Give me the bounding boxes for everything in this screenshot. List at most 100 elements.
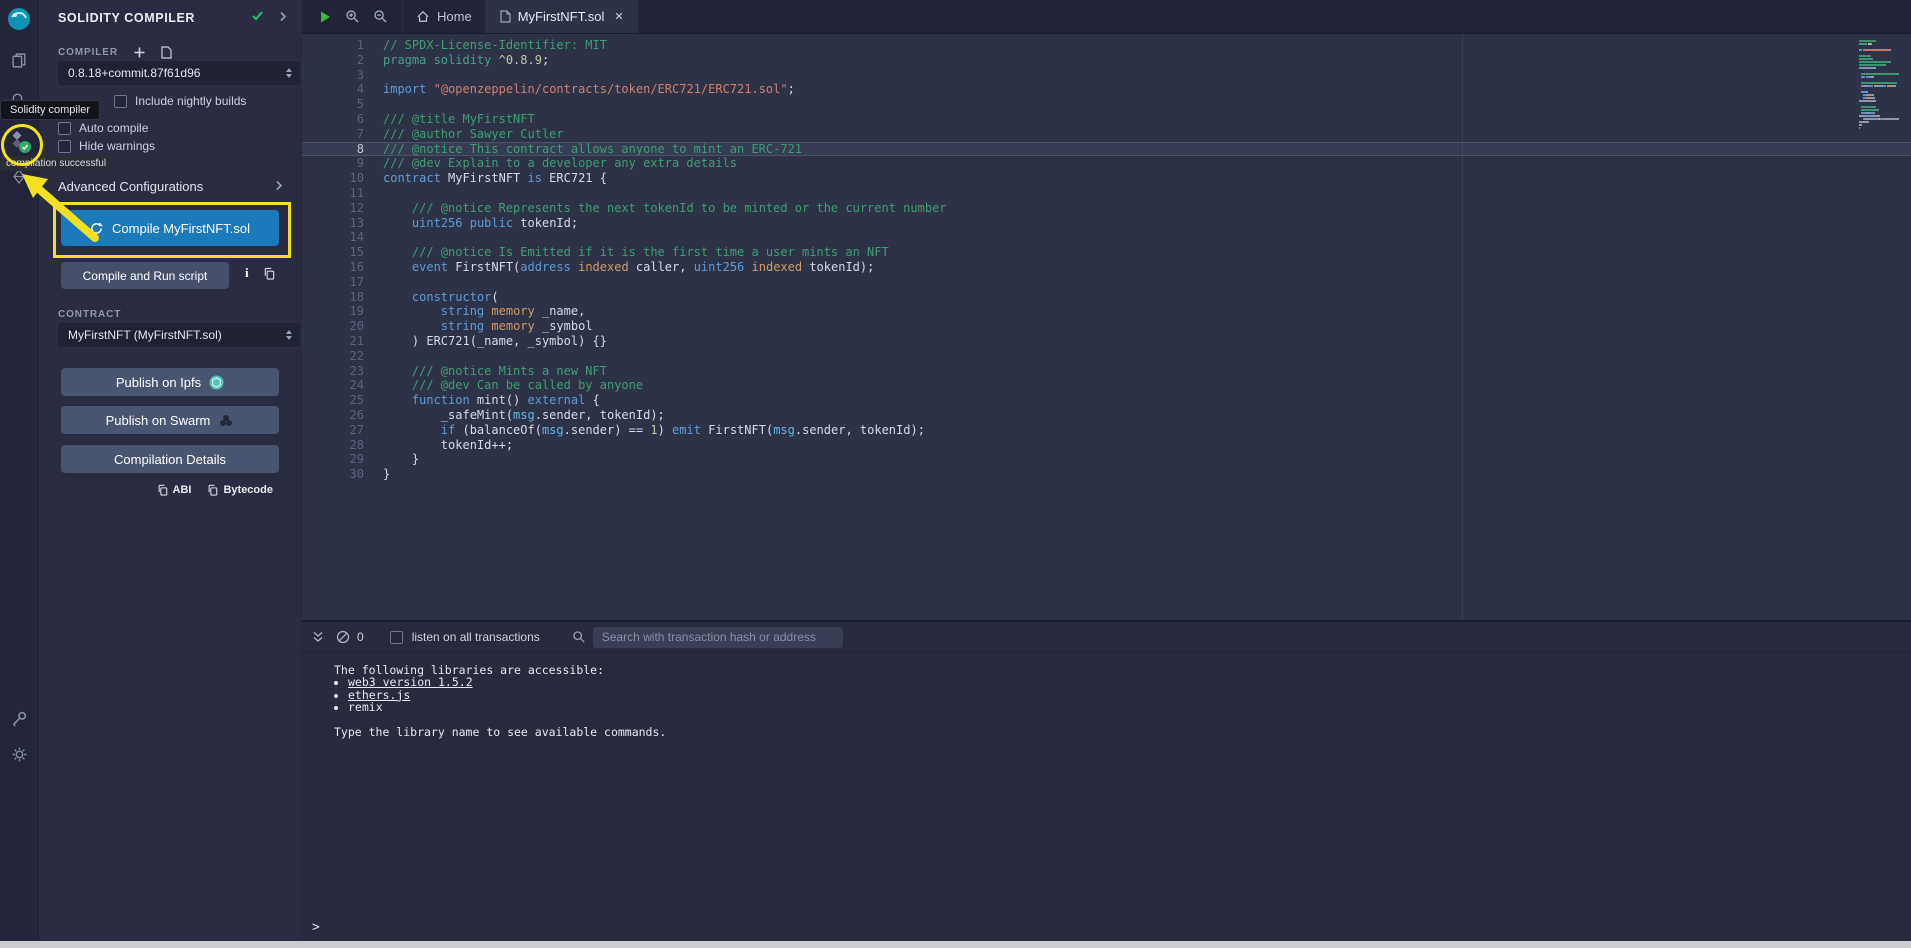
transaction-search-input[interactable] bbox=[593, 627, 843, 648]
code-line[interactable]: 18 constructor( bbox=[302, 290, 1911, 305]
code-line[interactable]: 7/// @author Sawyer Cutler bbox=[302, 127, 1911, 142]
code-line[interactable]: 25 function mint() external { bbox=[302, 393, 1911, 408]
code-line[interactable]: 30} bbox=[302, 467, 1911, 482]
tab-close-icon[interactable]: ✕ bbox=[614, 10, 623, 23]
settings-gear-icon[interactable] bbox=[0, 746, 38, 763]
line-number: 6 bbox=[302, 112, 380, 127]
line-number: 16 bbox=[302, 260, 380, 275]
code-line[interactable]: 4import "@openzeppelin/contracts/token/E… bbox=[302, 82, 1911, 97]
clear-console-icon[interactable] bbox=[336, 630, 350, 644]
auto-compile-checkbox[interactable] bbox=[58, 122, 71, 135]
zoom-in-icon[interactable] bbox=[345, 9, 360, 24]
zoom-out-icon[interactable] bbox=[373, 9, 388, 24]
minimap-line bbox=[1859, 76, 1899, 78]
line-number: 12 bbox=[302, 201, 380, 216]
nightly-builds-row: Include nightly builds bbox=[114, 94, 246, 108]
contract-section-label: CONTRACT bbox=[58, 309, 121, 320]
minimap-line bbox=[1859, 97, 1899, 99]
bytecode-label: Bytecode bbox=[223, 484, 273, 496]
line-number: 8 bbox=[302, 142, 380, 157]
code-line[interactable]: 19 string memory _name, bbox=[302, 304, 1911, 319]
code-line[interactable]: 12 /// @notice Represents the next token… bbox=[302, 201, 1911, 216]
code-line[interactable]: 23 /// @notice Mints a new NFT bbox=[302, 364, 1911, 379]
code-line[interactable]: 10contract MyFirstNFT is ERC721 { bbox=[302, 171, 1911, 186]
copy-icon bbox=[157, 484, 168, 496]
remix-ide-window: SOLIDITY COMPILER COMPILER 0.8.18+commit… bbox=[0, 0, 1911, 948]
tab-myfirstnft-label: MyFirstNFT.sol bbox=[518, 9, 605, 24]
code-editor: 1// SPDX-License-Identifier: MIT2pragma … bbox=[302, 34, 1911, 620]
tab-myfirstnft[interactable]: MyFirstNFT.sol ✕ bbox=[486, 0, 638, 33]
listen-all-transactions-row: listen on all transactions bbox=[390, 630, 540, 644]
code-line[interactable]: 17 bbox=[302, 275, 1911, 290]
copy-bytecode-button[interactable]: Bytecode bbox=[207, 484, 273, 496]
remix-logo[interactable] bbox=[0, 6, 38, 32]
terminal-prompt[interactable]: > bbox=[312, 920, 320, 935]
minimap[interactable] bbox=[1859, 40, 1899, 130]
compilation-details-button[interactable]: Compilation Details bbox=[61, 445, 279, 473]
horizontal-scrollbar[interactable] bbox=[0, 941, 1911, 948]
code-line[interactable]: 28 tokenId++; bbox=[302, 438, 1911, 453]
code-line[interactable]: 20 string memory _symbol bbox=[302, 319, 1911, 334]
line-number: 25 bbox=[302, 393, 380, 408]
terminal-toolbar: 0 listen on all transactions bbox=[302, 622, 1911, 653]
expand-terminal-icon[interactable] bbox=[312, 631, 324, 643]
code-line[interactable]: 24 /// @dev Can be called by anyone bbox=[302, 378, 1911, 393]
line-number: 3 bbox=[302, 68, 380, 83]
publish-swarm-button[interactable]: Publish on Swarm bbox=[61, 406, 279, 434]
run-script-icon[interactable] bbox=[318, 10, 332, 24]
compile-and-run-button[interactable]: Compile and Run script bbox=[61, 262, 229, 289]
code-line[interactable]: 15 /// @notice Is Emitted if it is the f… bbox=[302, 245, 1911, 260]
minimap-line bbox=[1859, 124, 1899, 126]
code-line[interactable]: 21 ) ERC721(_name, _symbol) {} bbox=[302, 334, 1911, 349]
minimap-line bbox=[1859, 121, 1899, 123]
terminal-intro-line: The following libraries are accessible: bbox=[334, 664, 1911, 676]
contract-select[interactable]: MyFirstNFT (MyFirstNFT.sol) bbox=[58, 323, 300, 347]
info-icon[interactable]: i bbox=[245, 265, 249, 281]
terminal-library-item[interactable]: ethers.js bbox=[348, 689, 1911, 701]
line-number: 7 bbox=[302, 127, 380, 142]
compiler-file-icon[interactable] bbox=[161, 46, 172, 59]
code-line[interactable]: 1// SPDX-License-Identifier: MIT bbox=[302, 38, 1911, 53]
code-line[interactable]: 9/// @dev Explain to a developer any ext… bbox=[302, 156, 1911, 171]
code-line[interactable]: 27 if (balanceOf(msg.sender) == 1) emit … bbox=[302, 423, 1911, 438]
plugin-manager-icon[interactable] bbox=[0, 710, 38, 727]
code-line[interactable]: 26 _safeMint(msg.sender, tokenId); bbox=[302, 408, 1911, 423]
collapse-chevron-icon[interactable] bbox=[279, 9, 287, 27]
code-line[interactable]: 5 bbox=[302, 97, 1911, 112]
select-arrows-icon bbox=[286, 330, 292, 340]
code-line[interactable]: 3 bbox=[302, 68, 1911, 83]
minimap-line bbox=[1859, 94, 1899, 96]
file-explorer-icon[interactable] bbox=[0, 52, 38, 69]
minimap-line bbox=[1859, 82, 1899, 84]
tab-home[interactable]: Home bbox=[402, 0, 486, 33]
code-line[interactable]: 6/// @title MyFirstNFT bbox=[302, 112, 1911, 127]
publish-ipfs-button[interactable]: Publish on Ipfs bbox=[61, 368, 279, 396]
code-line[interactable]: 13 uint256 public tokenId; bbox=[302, 216, 1911, 231]
line-number: 5 bbox=[302, 97, 380, 112]
copy-icon[interactable] bbox=[263, 267, 275, 280]
minimap-line bbox=[1859, 106, 1899, 108]
add-compiler-icon[interactable] bbox=[134, 47, 145, 58]
copy-abi-button[interactable]: ABI bbox=[157, 484, 192, 496]
code-line[interactable]: 2pragma solidity ^0.8.9; bbox=[302, 53, 1911, 68]
listen-all-transactions-label: listen on all transactions bbox=[412, 630, 540, 644]
nightly-builds-checkbox[interactable] bbox=[114, 95, 127, 108]
code-line[interactable]: 8/// @notice This contract allows anyone… bbox=[302, 142, 1911, 157]
code-line[interactable]: 29 } bbox=[302, 452, 1911, 467]
terminal-library-item[interactable]: web3 version 1.5.2 bbox=[348, 676, 1911, 688]
compile-and-run-label: Compile and Run script bbox=[83, 269, 208, 283]
code-lines[interactable]: 1// SPDX-License-Identifier: MIT2pragma … bbox=[302, 38, 1911, 482]
line-number: 27 bbox=[302, 423, 380, 438]
swarm-icon bbox=[218, 414, 234, 427]
code-line[interactable]: 16 event FirstNFT(address indexed caller… bbox=[302, 260, 1911, 275]
auto-compile-row: Auto compile bbox=[58, 121, 148, 135]
line-number: 4 bbox=[302, 82, 380, 97]
code-line[interactable]: 22 bbox=[302, 349, 1911, 364]
tab-strip: Home MyFirstNFT.sol ✕ bbox=[402, 0, 638, 33]
tab-home-label: Home bbox=[437, 9, 472, 24]
listen-all-transactions-checkbox[interactable] bbox=[390, 631, 403, 644]
code-line[interactable]: 14 bbox=[302, 230, 1911, 245]
code-line[interactable]: 11 bbox=[302, 186, 1911, 201]
compiler-version-select[interactable]: 0.8.18+commit.87f61d96 bbox=[58, 61, 300, 85]
line-number: 11 bbox=[302, 186, 380, 201]
